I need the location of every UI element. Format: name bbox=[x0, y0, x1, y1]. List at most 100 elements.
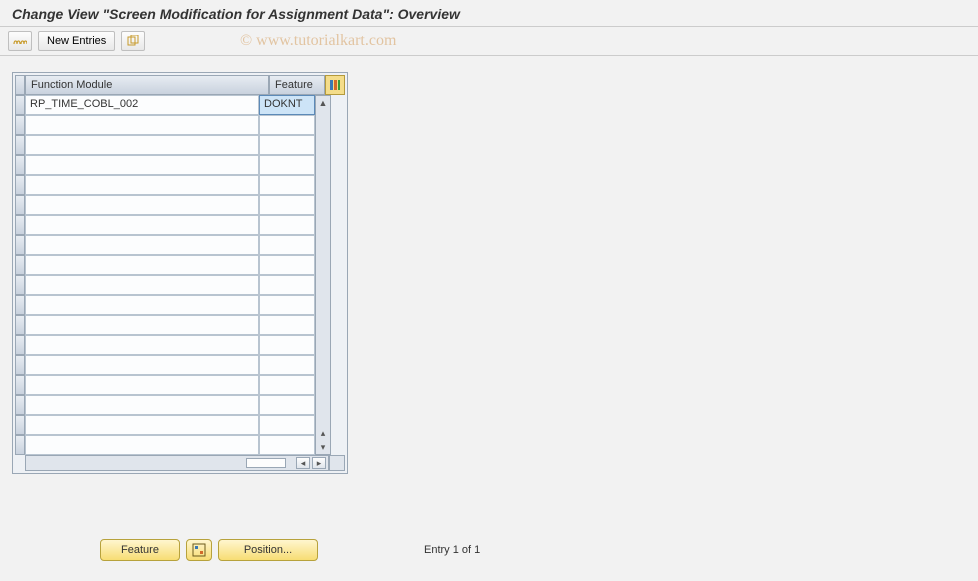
new-entries-button[interactable]: New Entries bbox=[38, 31, 115, 51]
row-select-handle[interactable] bbox=[15, 255, 25, 275]
cell-feature[interactable] bbox=[259, 275, 315, 295]
scroll-down-icon[interactable]: ▾ bbox=[316, 440, 330, 454]
row-select-handle[interactable] bbox=[15, 235, 25, 255]
row-select-handle[interactable] bbox=[15, 315, 25, 335]
table-row: RP_TIME_COBL_002DOKNT bbox=[15, 95, 315, 115]
table-row bbox=[15, 175, 315, 195]
content-area: Function Module Feature RP_TIME_COBL_002… bbox=[0, 56, 978, 490]
row-select-handle[interactable] bbox=[15, 275, 25, 295]
cell-feature[interactable]: DOKNT bbox=[259, 95, 315, 115]
cell-function-module[interactable] bbox=[25, 335, 259, 355]
table-row bbox=[15, 355, 315, 375]
cell-function-module[interactable] bbox=[25, 255, 259, 275]
row-select-handle[interactable] bbox=[15, 355, 25, 375]
row-select-handle[interactable] bbox=[15, 195, 25, 215]
cell-feature[interactable] bbox=[259, 295, 315, 315]
cell-function-module[interactable] bbox=[25, 175, 259, 195]
cell-function-module[interactable] bbox=[25, 315, 259, 335]
cell-function-module[interactable] bbox=[25, 415, 259, 435]
cell-function-module[interactable] bbox=[25, 355, 259, 375]
row-select-handle[interactable] bbox=[15, 115, 25, 135]
position-icon-button[interactable] bbox=[186, 539, 212, 561]
cell-function-module[interactable] bbox=[25, 295, 259, 315]
data-table: Function Module Feature RP_TIME_COBL_002… bbox=[12, 72, 348, 474]
table-row bbox=[15, 315, 315, 335]
vertical-scrollbar[interactable]: ▲ ▴ ▾ bbox=[315, 95, 331, 455]
cell-feature[interactable] bbox=[259, 415, 315, 435]
table-body: RP_TIME_COBL_002DOKNT ▲ ▴ ▾ bbox=[15, 95, 345, 455]
row-select-handle[interactable] bbox=[15, 415, 25, 435]
status-text: Entry 1 of 1 bbox=[424, 544, 480, 556]
table-row bbox=[15, 375, 315, 395]
cell-feature[interactable] bbox=[259, 215, 315, 235]
cell-feature[interactable] bbox=[259, 175, 315, 195]
table-row bbox=[15, 115, 315, 135]
cell-feature[interactable] bbox=[259, 255, 315, 275]
table-row bbox=[15, 235, 315, 255]
cell-feature[interactable] bbox=[259, 115, 315, 135]
row-select-handle[interactable] bbox=[15, 135, 25, 155]
table-row bbox=[15, 415, 315, 435]
table-row bbox=[15, 295, 315, 315]
row-select-handle[interactable] bbox=[15, 175, 25, 195]
table-row bbox=[15, 255, 315, 275]
cell-feature[interactable] bbox=[259, 235, 315, 255]
select-all-handle[interactable] bbox=[15, 75, 25, 95]
cell-feature[interactable] bbox=[259, 195, 315, 215]
cell-function-module[interactable] bbox=[25, 395, 259, 415]
table-row bbox=[15, 135, 315, 155]
scroll-left-icon[interactable]: ◂ bbox=[296, 457, 310, 469]
scroll-up-icon[interactable]: ▲ bbox=[316, 96, 330, 110]
cell-function-module[interactable] bbox=[25, 435, 259, 455]
scroll-down-small-icon[interactable]: ▴ bbox=[316, 426, 330, 440]
row-select-handle[interactable] bbox=[15, 295, 25, 315]
row-select-handle[interactable] bbox=[15, 215, 25, 235]
cell-function-module[interactable] bbox=[25, 275, 259, 295]
cell-feature[interactable] bbox=[259, 375, 315, 395]
feature-button[interactable]: Feature bbox=[100, 539, 180, 561]
row-select-handle[interactable] bbox=[15, 155, 25, 175]
cell-function-module[interactable] bbox=[25, 115, 259, 135]
position-button[interactable]: Position... bbox=[218, 539, 318, 561]
horizontal-scrollbar-row: ◂ ▸ bbox=[15, 455, 345, 471]
copy-as-icon[interactable] bbox=[121, 31, 145, 51]
cell-feature[interactable] bbox=[259, 315, 315, 335]
row-select-handle[interactable] bbox=[15, 335, 25, 355]
row-select-handle[interactable] bbox=[15, 395, 25, 415]
row-select-handle[interactable] bbox=[15, 435, 25, 455]
table-row bbox=[15, 155, 315, 175]
table-header-row: Function Module Feature bbox=[15, 75, 345, 95]
cell-feature[interactable] bbox=[259, 335, 315, 355]
cell-function-module[interactable]: RP_TIME_COBL_002 bbox=[25, 95, 259, 115]
horizontal-scrollbar[interactable]: ◂ ▸ bbox=[25, 455, 329, 471]
cell-feature[interactable] bbox=[259, 435, 315, 455]
scroll-right-icon[interactable]: ▸ bbox=[312, 457, 326, 469]
cell-function-module[interactable] bbox=[25, 235, 259, 255]
cell-function-module[interactable] bbox=[25, 195, 259, 215]
table-row bbox=[15, 275, 315, 295]
h-scroll-thumb[interactable] bbox=[246, 458, 286, 468]
cell-feature[interactable] bbox=[259, 395, 315, 415]
rows-area: RP_TIME_COBL_002DOKNT bbox=[15, 95, 315, 455]
table-row bbox=[15, 335, 315, 355]
cell-function-module[interactable] bbox=[25, 155, 259, 175]
page-title: Change View "Screen Modification for Ass… bbox=[0, 0, 978, 27]
table-settings-icon[interactable] bbox=[325, 75, 345, 95]
column-header-function-module[interactable]: Function Module bbox=[25, 75, 269, 95]
bottom-bar: Feature Position... Entry 1 of 1 bbox=[100, 539, 480, 561]
cell-feature[interactable] bbox=[259, 135, 315, 155]
row-select-handle[interactable] bbox=[15, 95, 25, 115]
table-row bbox=[15, 215, 315, 235]
cell-function-module[interactable] bbox=[25, 375, 259, 395]
column-header-feature[interactable]: Feature bbox=[269, 75, 325, 95]
scrollbar-corner bbox=[329, 455, 345, 471]
cell-function-module[interactable] bbox=[25, 215, 259, 235]
cell-feature[interactable] bbox=[259, 355, 315, 375]
table-row bbox=[15, 395, 315, 415]
toolbar: New Entries bbox=[0, 27, 978, 56]
cell-function-module[interactable] bbox=[25, 135, 259, 155]
glasses-toggle-icon[interactable] bbox=[8, 31, 32, 51]
cell-feature[interactable] bbox=[259, 155, 315, 175]
row-select-handle[interactable] bbox=[15, 375, 25, 395]
table-row bbox=[15, 435, 315, 455]
